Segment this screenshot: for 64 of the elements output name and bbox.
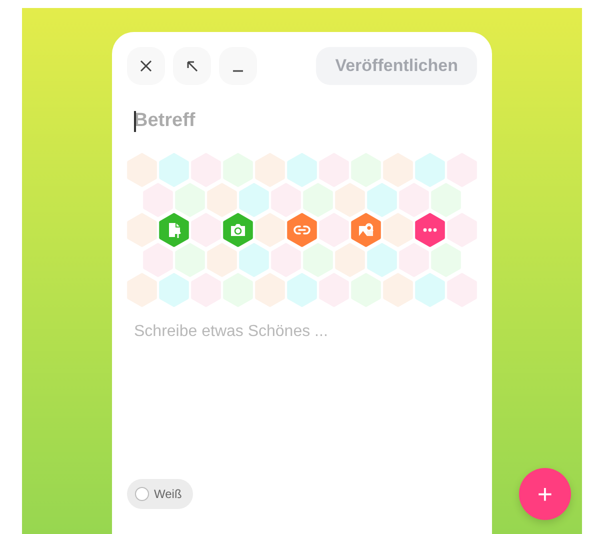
close-button[interactable] xyxy=(127,47,165,85)
hexagon-tile xyxy=(191,153,221,187)
hexagon-tile xyxy=(159,273,189,307)
image-search-button[interactable] xyxy=(351,213,381,247)
hexagon-tile xyxy=(255,213,285,247)
hexagon-tile xyxy=(351,273,381,307)
more-icon xyxy=(423,228,437,232)
camera-icon xyxy=(231,224,245,236)
hexagon-tile xyxy=(335,183,365,217)
hexagon-tile xyxy=(175,183,205,217)
file-upload-icon xyxy=(169,222,182,239)
subject-field[interactable]: Betreff xyxy=(127,110,434,132)
radio-button[interactable] xyxy=(135,487,149,501)
hexagon-tile xyxy=(191,273,221,307)
image-search-icon xyxy=(359,223,374,236)
hexagon-tile xyxy=(239,183,269,217)
file-upload-button[interactable] xyxy=(159,213,189,247)
hexagon-tile xyxy=(127,213,157,247)
hexagon-tile xyxy=(319,213,349,247)
close-icon xyxy=(139,59,153,73)
hexagon-tile xyxy=(303,183,333,217)
hexagon-tile xyxy=(159,153,189,187)
hexagon-tile xyxy=(399,183,429,217)
expand-button[interactable] xyxy=(173,47,211,85)
hexagon-tile xyxy=(383,153,413,187)
hexagon-tile xyxy=(367,183,397,217)
hexagon-tile xyxy=(287,273,317,307)
hexagon-tile xyxy=(383,213,413,247)
color-chip[interactable]: Weiß xyxy=(127,479,193,509)
more-button[interactable] xyxy=(415,213,445,247)
hexagon-tile xyxy=(383,273,413,307)
hexagon-tile xyxy=(431,183,461,217)
hexagon-tile xyxy=(127,153,157,187)
hexagon-tile xyxy=(239,243,269,277)
hexagon-tile xyxy=(351,153,381,187)
camera-button[interactable] xyxy=(223,213,253,247)
hexagon-tile xyxy=(415,273,445,307)
hexagon-tile xyxy=(399,243,429,277)
hexagon-tile xyxy=(415,153,445,187)
hexagon-tile xyxy=(223,153,253,187)
hexagon-tile xyxy=(319,153,349,187)
hexagon-tile xyxy=(143,243,173,277)
link-button[interactable] xyxy=(287,213,317,247)
hexagon-tile xyxy=(255,273,285,307)
hexagon-tile xyxy=(335,243,365,277)
hexagon-tile xyxy=(175,243,205,277)
hexagon-tile xyxy=(207,243,237,277)
hexagon-tile xyxy=(127,273,157,307)
arrow-icon xyxy=(185,59,199,73)
hexagon-tile xyxy=(255,153,285,187)
hexagon-tile xyxy=(207,183,237,217)
hexagon-tile xyxy=(143,183,173,217)
minimize-icon xyxy=(233,70,243,72)
hexagon-tile xyxy=(271,183,301,217)
message-field[interactable]: Schreibe etwas Schönes ... xyxy=(127,323,477,479)
hexagon-tile xyxy=(223,273,253,307)
hexagon-tile xyxy=(303,243,333,277)
hexagon-tile xyxy=(431,243,461,277)
hexagon-tile xyxy=(319,273,349,307)
link-icon xyxy=(294,226,310,234)
hexagon-tile xyxy=(191,213,221,247)
hexagon-tile xyxy=(287,153,317,187)
hexagon-tile xyxy=(367,243,397,277)
hexagon-tile xyxy=(271,243,301,277)
